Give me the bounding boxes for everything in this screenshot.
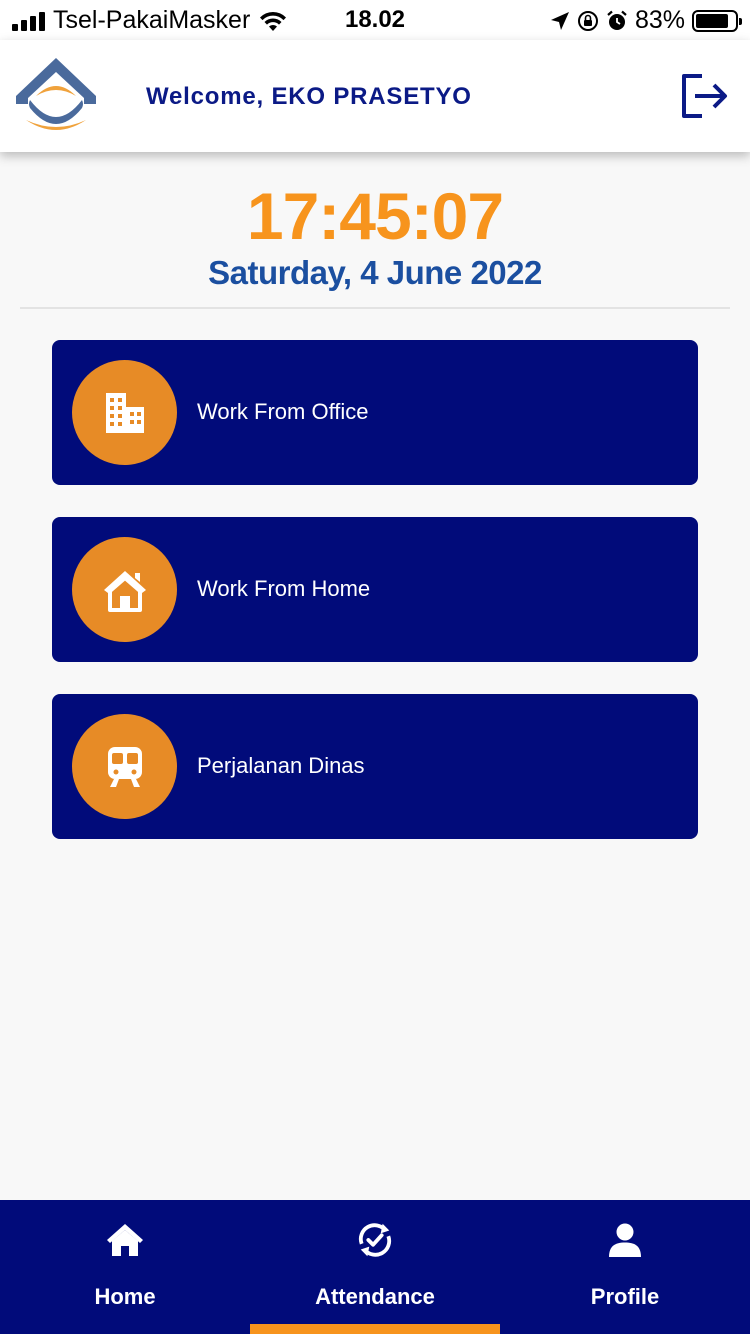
card-icon-circle [72, 537, 177, 642]
status-bar: Tsel-PakaiMasker 18.02 83% [0, 0, 750, 40]
home-icon [105, 1220, 145, 1260]
attendance-icon [355, 1220, 395, 1260]
card-label: Perjalanan Dinas [197, 753, 365, 778]
nav-label: Attendance [315, 1284, 435, 1309]
card-label: Work From Home [197, 576, 371, 601]
clock-time: 17:45:07 [246, 179, 504, 253]
battery-percent: 83% [634, 6, 685, 34]
app-header: Welcome, EKO PRASETYO [0, 40, 750, 152]
card-icon-circle [72, 360, 177, 465]
welcome-text: Welcome, EKO PRASETYO [146, 83, 472, 110]
rotation-lock-icon [577, 10, 598, 31]
divider [20, 307, 730, 309]
alarm-icon [607, 10, 627, 30]
battery-icon [692, 9, 742, 32]
train-icon [107, 746, 142, 787]
battery-fill [696, 13, 728, 28]
nav-home[interactable]: Home [0, 1200, 250, 1334]
nav-label: Profile [590, 1284, 660, 1309]
home-icon [103, 570, 146, 612]
bottom-nav: Home Attendance Profile [0, 1200, 750, 1334]
perjalanan-dinas-button[interactable]: Perjalanan Dinas [52, 694, 698, 839]
nav-label: Home [94, 1284, 156, 1309]
location-arrow-icon [550, 11, 569, 30]
nav-attendance[interactable]: Attendance [250, 1200, 500, 1334]
company-logo [16, 58, 96, 130]
card-icon-circle [72, 714, 177, 819]
work-from-office-button[interactable]: Work From Office [52, 340, 698, 485]
clock-date: Saturday, 4 June 2022 [208, 254, 542, 291]
active-tab-indicator [250, 1324, 500, 1334]
card-label: Work From Office [197, 399, 369, 424]
nav-profile[interactable]: Profile [500, 1200, 750, 1334]
logout-icon[interactable] [680, 73, 730, 119]
work-from-home-button[interactable]: Work From Home [52, 517, 698, 662]
user-icon [605, 1220, 645, 1260]
building-icon [105, 392, 144, 433]
status-right: 83% [550, 6, 742, 35]
